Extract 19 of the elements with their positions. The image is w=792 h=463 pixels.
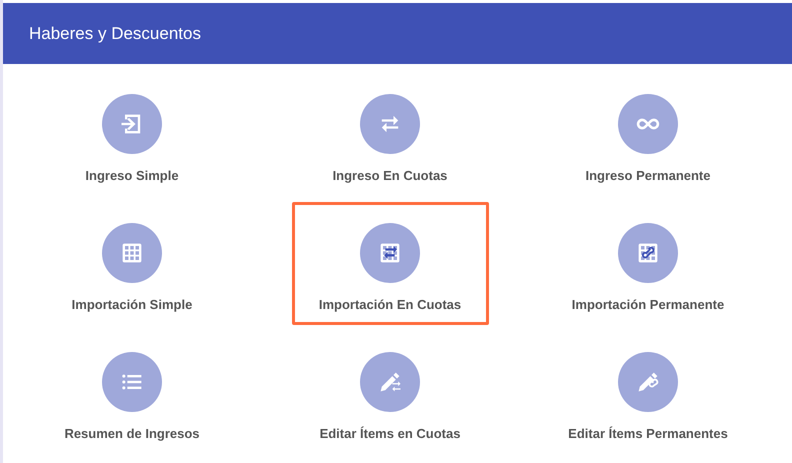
tile-label: Ingreso Simple bbox=[85, 168, 179, 183]
tile-label: Importación Simple bbox=[72, 297, 192, 312]
menu-tile[interactable]: Editar Ítems en Cuotas bbox=[292, 331, 488, 454]
tile-label: Editar Ítems en Cuotas bbox=[320, 426, 460, 441]
menu-tile[interactable]: Editar Ítems Permanentes bbox=[550, 331, 746, 454]
menu-tile[interactable]: Ingreso Simple bbox=[34, 73, 230, 196]
tile-label: Ingreso En Cuotas bbox=[332, 168, 448, 183]
menu-tile[interactable]: Ingreso Permanente bbox=[550, 73, 746, 196]
menu-tile[interactable]: Importación Permanente bbox=[550, 202, 746, 325]
tile-label: Ingreso Permanente bbox=[586, 168, 710, 183]
menu-tile[interactable]: Importación En Cuotas bbox=[292, 202, 488, 325]
page-title: Haberes y Descuentos bbox=[29, 24, 201, 44]
tile-label: Importación En Cuotas bbox=[318, 297, 462, 312]
menu-tile[interactable]: Importación Simple bbox=[34, 202, 230, 325]
menu-tile[interactable]: Ingreso En Cuotas bbox=[292, 73, 488, 196]
tile-label: Importación Permanente bbox=[572, 297, 724, 312]
tile-label: Editar Ítems Permanentes bbox=[568, 426, 728, 441]
menu-tile[interactable]: Resumen de Ingresos bbox=[34, 331, 230, 454]
tile-label: Resumen de Ingresos bbox=[64, 426, 200, 441]
